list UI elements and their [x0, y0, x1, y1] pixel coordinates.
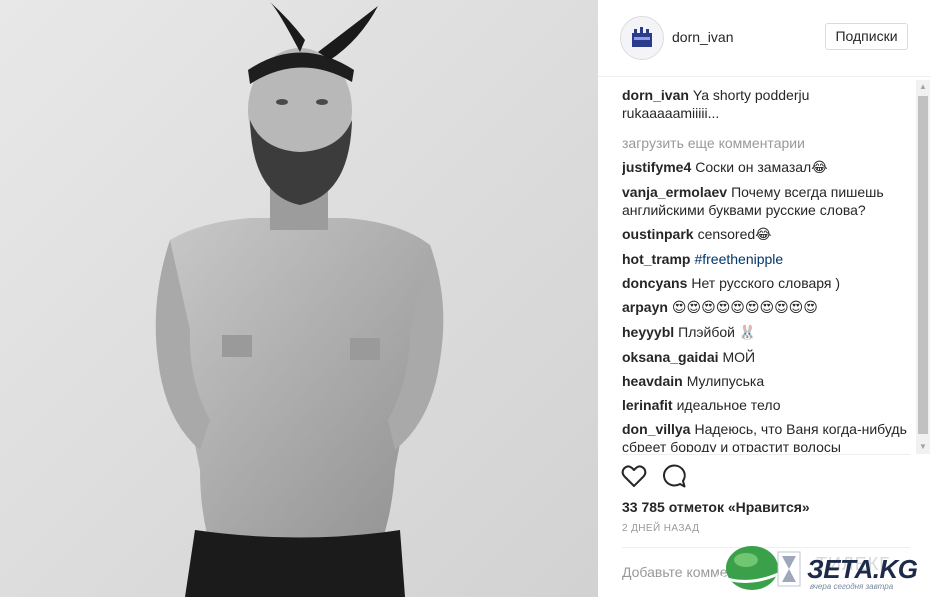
- hashtag-link[interactable]: #freethenipple: [694, 251, 783, 267]
- comment-username[interactable]: heavdain: [622, 373, 683, 389]
- comment-text: censored: [697, 226, 756, 242]
- post-side-panel: dorn_ivan Подписки dorn_ivan Ya shorty po…: [598, 0, 931, 597]
- load-more-comments-link[interactable]: загрузить еще комментарии: [622, 134, 910, 152]
- comment-item: hot_tramp #freethenipple: [622, 250, 910, 268]
- portrait-image: [0, 0, 598, 597]
- comment-username[interactable]: oustinpark: [622, 226, 694, 242]
- likes-count[interactable]: 33 785 отметок «Нравится»: [622, 499, 810, 515]
- comments-list: dorn_ivan Ya shorty podderju rukaaaaamiii…: [622, 86, 910, 452]
- comment-username[interactable]: justifyme4: [622, 159, 691, 175]
- post-header: dorn_ivan Подписки: [598, 0, 931, 77]
- divider: [622, 454, 910, 455]
- scrollbar-thumb[interactable]: [918, 96, 928, 434]
- header-username[interactable]: dorn_ivan: [672, 29, 734, 45]
- scroll-up-arrow-icon[interactable]: ▲: [916, 80, 930, 94]
- comment-item: lerinafit идеальное тело: [622, 396, 910, 414]
- comments-scrollbar[interactable]: ▲ ▼: [916, 80, 930, 454]
- comment-username[interactable]: doncyans: [622, 275, 687, 291]
- post-timestamp[interactable]: 2 ДНЕЙ НАЗАД: [622, 523, 699, 534]
- emoji-icon: 😂: [811, 160, 828, 176]
- watermark-tagline: вчера сегодня завтра: [810, 582, 894, 591]
- comment-username[interactable]: oksana_gaidai: [622, 349, 719, 365]
- rabbit-emoji-icon: 🐰: [738, 325, 757, 341]
- comment-text: МОЙ: [722, 349, 756, 365]
- comment-text: Мулипуська: [686, 373, 765, 389]
- comment-username[interactable]: vanja_ermolaev: [622, 184, 727, 200]
- comment-username[interactable]: heyyybl: [622, 324, 674, 340]
- comment-item: heavdain Мулипуська: [622, 372, 910, 390]
- comment-bubble-icon[interactable]: [660, 462, 688, 490]
- emoji-icon: 😂: [755, 227, 772, 243]
- comment-text: Нет русского словаря ): [691, 275, 841, 291]
- scroll-down-arrow-icon[interactable]: ▼: [916, 440, 930, 454]
- comment-username[interactable]: lerinafit: [622, 397, 673, 413]
- comment-text: Соски он замазал: [695, 159, 812, 175]
- heart-eyes-emoji-icon: 😍😍😍😍😍😍😍😍😍😍: [671, 300, 818, 316]
- comment-item: heyyybl Плэйбой 🐰: [622, 323, 910, 342]
- comment-item: justifyme4 Соски он замазал😂: [622, 158, 910, 177]
- caption: dorn_ivan Ya shorty podderju rukaaaaamiii…: [622, 86, 910, 122]
- comment-item: oksana_gaidai МОЙ: [622, 348, 910, 366]
- comment-item: oustinpark censored😂: [622, 225, 910, 244]
- comment-item: arpayn 😍😍😍😍😍😍😍😍😍😍: [622, 298, 910, 317]
- watermark: ТИЛЕКГ ЗЕТА.KG вчера сегодня завтра: [712, 540, 931, 597]
- comment-username[interactable]: hot_tramp: [622, 251, 690, 267]
- comment-item: don_villya Надеюсь, что Ваня когда-нибудь…: [622, 420, 910, 452]
- post-photo[interactable]: [0, 0, 598, 597]
- watermark-brand: ЗЕТА.KG: [807, 554, 918, 584]
- comment-item: vanja_ermolaev Почему всегда пишешь англи…: [622, 183, 910, 219]
- following-button[interactable]: Подписки: [825, 23, 908, 50]
- heart-icon[interactable]: [620, 462, 648, 490]
- comment-text: Плэйбой: [678, 324, 735, 340]
- comment-text: идеальное тело: [676, 397, 781, 413]
- avatar[interactable]: [620, 16, 664, 60]
- caption-username[interactable]: dorn_ivan: [622, 87, 689, 103]
- comment-item: doncyans Нет русского словаря ): [622, 274, 910, 292]
- comment-username[interactable]: don_villya: [622, 421, 690, 437]
- comment-username[interactable]: arpayn: [622, 299, 668, 315]
- avatar-logo-icon: [621, 17, 663, 59]
